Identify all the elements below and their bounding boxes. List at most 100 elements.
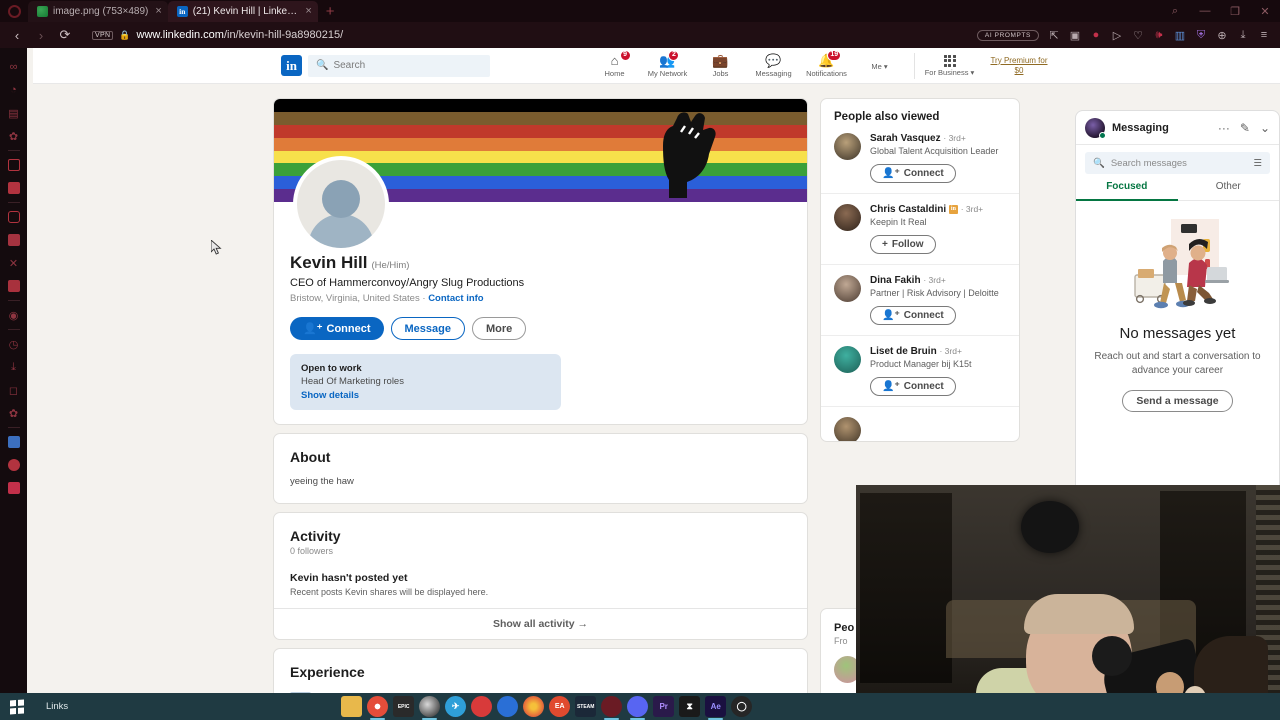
menu-icon[interactable]: ≡ [1254,25,1274,45]
person-name[interactable]: Chris Castaldini in · 3rd+ [870,204,983,215]
globe-icon[interactable]: ⊕ [1212,25,1232,45]
list-item[interactable] [821,407,1019,441]
message-button[interactable]: Message [390,317,465,340]
list-item[interactable]: Sarah Vasquez · 3rd+ Global Talent Acqui… [821,123,1019,194]
opera-logo-icon[interactable] [0,0,28,22]
filter-icon[interactable]: ☰ [1253,158,1262,169]
heart-icon[interactable]: ♡ [1128,25,1148,45]
speaker-mute-icon[interactable]: 🕪 [1149,25,1169,45]
camera-icon[interactable] [3,206,25,228]
connect-button[interactable]: 👤⁺ Connect [870,164,956,183]
tab-focused[interactable]: Focused [1076,181,1178,201]
tiktok-icon[interactable] [3,229,25,251]
telegram-icon[interactable]: ✈ [445,696,467,717]
history-clock-icon[interactable]: ◷ [3,333,25,355]
news-icon[interactable] [3,431,25,453]
list-item[interactable]: Dina Fakih · 3rd+ Partner | Risk Advisor… [821,265,1019,336]
vpn-badge[interactable]: VPN [92,30,114,40]
x-twitter-icon[interactable]: ✕ [3,252,25,274]
person-name[interactable]: Liset de Bruin · 3rd+ [870,346,972,357]
connect-button[interactable]: 👤⁺ Connect [290,317,384,340]
nav-item-my-network[interactable]: 👥 2 My Network [641,49,694,78]
video-icon[interactable] [3,477,25,499]
steam-icon[interactable]: STEAM [575,696,597,717]
browser-tab-linkedin[interactable]: in (21) Kevin Hill | LinkedIn × [167,1,318,22]
maximize-icon[interactable]: ❐ [1220,0,1250,22]
pinboard-icon[interactable] [3,454,25,476]
settings-gear-icon[interactable]: ✿ [3,125,25,147]
connect-button[interactable]: 👤⁺ Connect [870,377,956,396]
show-all-activity-button[interactable]: Show all activity → [274,608,807,639]
discord-icon[interactable] [627,696,649,720]
chrome-icon[interactable] [367,696,389,720]
forward-button[interactable]: › [30,24,52,46]
avatar[interactable] [1085,117,1106,139]
browser-tab-image[interactable]: image.png (753×489) × [28,1,168,22]
person-name[interactable]: Dina Fakih · 3rd+ [870,275,999,286]
playstation-icon[interactable] [497,696,519,717]
avatar[interactable] [834,275,861,302]
epic-games-icon[interactable]: EPIC [393,696,415,717]
handbrake-icon[interactable]: ⧗ [679,696,701,717]
new-tab-button[interactable]: + [318,3,343,22]
opera-red-icon[interactable]: ● [1086,25,1106,45]
whatsapp-icon[interactable] [3,275,25,297]
play-icon[interactable]: ◉ [3,304,25,326]
minimize-icon[interactable]: — [1190,0,1220,22]
nav-item-home[interactable]: ⌂ 9 Home [588,49,641,78]
avatar[interactable] [834,204,861,231]
back-button[interactable]: ‹ [6,24,28,46]
premiere-pro-icon[interactable]: Pr [653,696,675,717]
avatar[interactable] [834,417,861,441]
compass-icon[interactable]: ◔ [3,79,25,101]
player-icon[interactable]: ▷ [1107,25,1127,45]
compose-icon[interactable]: ✎ [1240,121,1250,135]
chevron-down-icon[interactable]: ⌄ [1260,121,1270,135]
nav-item-for-business[interactable]: For Business ▾ [923,54,976,77]
shield-icon[interactable]: ⛨ [1191,25,1211,45]
linkedin-logo-icon[interactable]: in [281,55,302,76]
try-premium-link[interactable]: Try Premium for $0 [986,56,1052,76]
address-bar[interactable]: VPN 🔒 www.linkedin.com/in/kevin-hill-9a8… [84,26,975,45]
tab-other[interactable]: Other [1178,181,1280,201]
close-icon[interactable]: × [305,6,311,17]
close-icon[interactable]: × [155,6,161,17]
briefcase-icon[interactable]: ▤ [3,102,25,124]
search-input[interactable]: 🔍 Search [308,54,490,77]
file-explorer-icon[interactable] [341,696,363,717]
gear-icon[interactable]: ✿ [3,402,25,424]
nav-item-jobs[interactable]: 💼 Jobs [694,53,747,78]
profile-banner[interactable] [274,99,807,252]
avatar[interactable] [834,346,861,373]
contact-info-link[interactable]: Contact info [428,293,483,304]
avatar[interactable] [834,133,861,160]
windows-start-icon[interactable] [0,699,34,714]
nav-item-notifications[interactable]: 🔔 19 Notifications [800,49,853,78]
list-item[interactable]: Chris Castaldini in · 3rd+ Keepin It Rea… [821,194,1019,265]
obs-icon[interactable]: ◯ [731,696,753,717]
send-a-message-button[interactable]: Send a message [1122,390,1233,412]
connect-button[interactable]: 👤⁺ Connect [870,306,956,325]
ea-app-icon[interactable]: EA [549,696,571,717]
infinity-icon[interactable]: ∞ [3,56,25,78]
person-name[interactable]: Sarah Vasquez · 3rd+ [870,133,998,144]
close-icon[interactable]: ✕ [1250,0,1280,22]
more-button[interactable]: More [472,317,527,340]
downloads-icon[interactable]: ⤓ [3,356,25,378]
messenger-icon[interactable] [3,177,25,199]
after-effects-icon[interactable]: Ae [705,696,727,720]
more-options-icon[interactable]: ··· [1218,121,1230,135]
search-messages-input[interactable]: 🔍 Search messages ☰ [1085,152,1270,174]
share-icon[interactable]: ⇱ [1044,25,1064,45]
opera-icon[interactable] [601,696,623,720]
snapshot-icon[interactable]: ▣ [1065,25,1085,45]
search-icon[interactable]: ⌕ [1160,0,1190,22]
open-to-work-card[interactable]: Open to work Head Of Marketing roles Sho… [290,354,561,410]
nav-item-messaging[interactable]: 💬 Messaging [747,53,800,78]
instagram-icon[interactable] [3,154,25,176]
taskbar-links-label[interactable]: Links [46,701,68,712]
show-details-link[interactable]: Show details [301,390,550,401]
mega-icon[interactable] [471,696,493,717]
firefox-icon[interactable] [523,696,545,717]
ai-prompts-button[interactable]: AI PROMPTS [976,29,1039,41]
